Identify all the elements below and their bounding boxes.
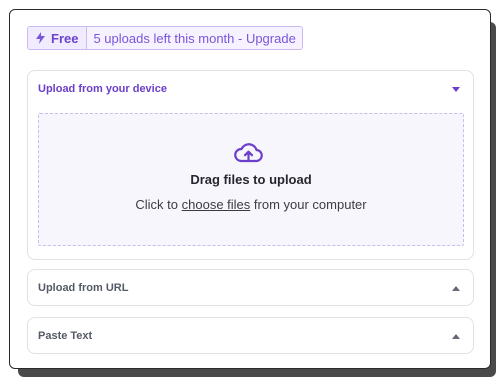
device-upload-header[interactable]: Upload from your device (28, 71, 473, 107)
url-upload-title: Upload from URL (38, 282, 129, 294)
device-upload-title: Upload from your device (38, 83, 167, 95)
choose-files-link[interactable]: choose files (182, 197, 251, 212)
upload-card: Free 5 uploads left this month - Upgrade… (9, 9, 491, 369)
dropzone-title: Drag files to upload (190, 172, 312, 187)
plan-badge-label: Free (51, 30, 79, 46)
cloud-upload-icon (234, 143, 263, 163)
url-upload-header[interactable]: Upload from URL (28, 270, 473, 306)
file-dropzone[interactable]: Drag files to upload Click to choose fil… (38, 113, 464, 246)
paste-text-header[interactable]: Paste Text (28, 318, 473, 354)
caret-down-icon (452, 86, 460, 92)
bolt-icon (36, 32, 45, 44)
uploads-remaining-text[interactable]: 5 uploads left this month - Upgrade (87, 27, 302, 49)
plan-badge: Free (28, 27, 88, 49)
paste-text-section: Paste Text (27, 317, 474, 354)
dropzone-sub-suffix: from your computer (253, 197, 367, 212)
plan-banner[interactable]: Free 5 uploads left this month - Upgrade (27, 26, 303, 50)
caret-up-icon (452, 285, 460, 291)
dropzone-subtitle: Click to choose files from your computer (39, 197, 463, 212)
url-upload-section: Upload from URL (27, 269, 474, 306)
device-upload-section: Upload from your device Drag files to up… (27, 70, 474, 260)
paste-text-title: Paste Text (38, 330, 93, 342)
dropzone-sub-prefix: Click to (135, 197, 178, 212)
caret-up-icon (452, 333, 460, 339)
